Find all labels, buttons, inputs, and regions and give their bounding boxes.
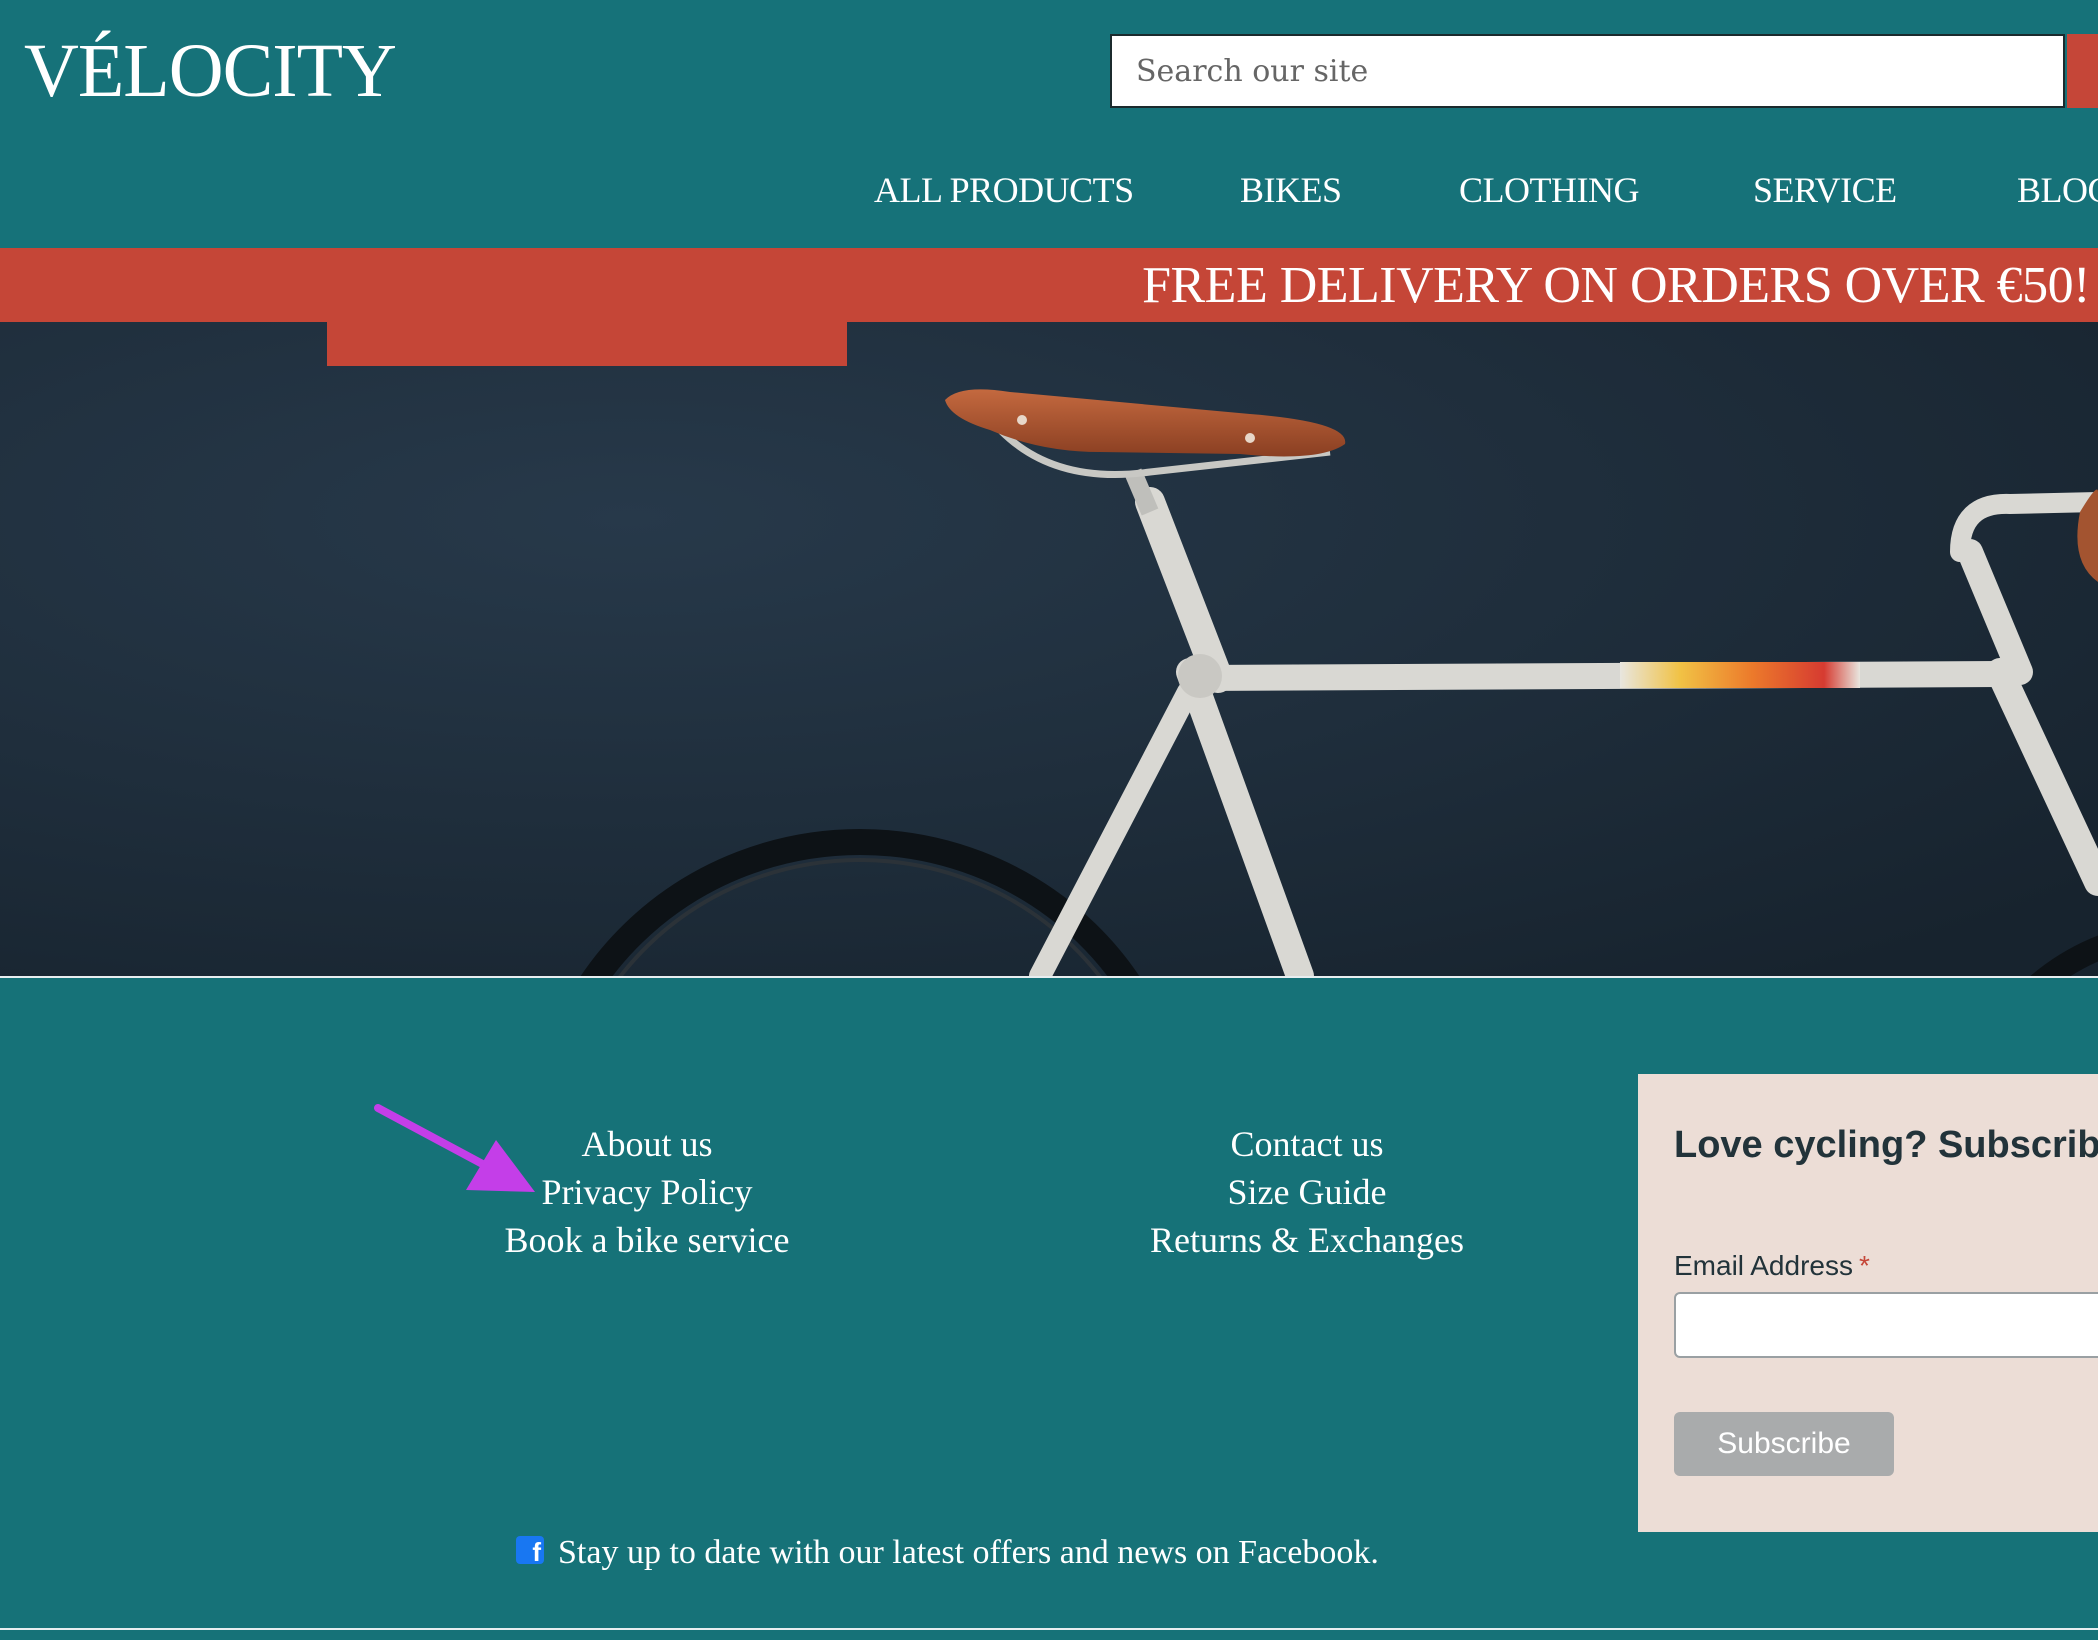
- promo-tab: [327, 320, 847, 366]
- nav-bikes[interactable]: BIKES: [1240, 168, 1342, 212]
- footer-link-size-guide[interactable]: Size Guide: [1080, 1168, 1534, 1216]
- nav-service[interactable]: SERVICE: [1753, 168, 1897, 212]
- nav-blog[interactable]: BLOG: [2017, 168, 2098, 212]
- search-button[interactable]: [2067, 34, 2098, 108]
- required-mark: *: [1858, 1250, 1870, 1281]
- nav-clothing[interactable]: CLOTHING: [1459, 168, 1639, 212]
- footer-bottom-divider: [0, 1628, 2098, 1630]
- subscribe-heading: Love cycling? Subscribe: [1674, 1124, 2098, 1166]
- facebook-row[interactable]: f Stay up to date with our latest offers …: [516, 1534, 1379, 1578]
- footer-link-returns[interactable]: Returns & Exchanges: [1080, 1216, 1534, 1264]
- subscribe-button[interactable]: Subscribe: [1674, 1412, 1894, 1476]
- site-logo[interactable]: VÉLOCITY: [24, 28, 397, 114]
- subscribe-card: Love cycling? Subscribe Email Address * S…: [1638, 1074, 2098, 1532]
- footer-link-book-service[interactable]: Book a bike service: [420, 1216, 874, 1264]
- nav-all-products[interactable]: ALL PRODUCTS: [874, 168, 1134, 212]
- hero-image: [0, 322, 2098, 976]
- bike-illustration: [0, 322, 2098, 976]
- promo-text: FREE DELIVERY ON ORDERS OVER €50!: [1142, 257, 2090, 314]
- search-input[interactable]: [1112, 36, 2063, 106]
- footer-link-contact-us[interactable]: Contact us: [1080, 1120, 1534, 1168]
- arrow-icon: [374, 1104, 535, 1192]
- facebook-icon[interactable]: f: [516, 1536, 544, 1566]
- email-label-text: Email Address: [1674, 1250, 1853, 1281]
- facebook-text[interactable]: Stay up to date with our latest offers a…: [558, 1534, 1379, 1571]
- footer-links-column-2: Contact us Size Guide Returns & Exchange…: [1080, 1120, 1534, 1264]
- email-field[interactable]: [1674, 1292, 2098, 1358]
- search-box[interactable]: [1110, 34, 2065, 108]
- email-label: Email Address *: [1674, 1250, 1870, 1282]
